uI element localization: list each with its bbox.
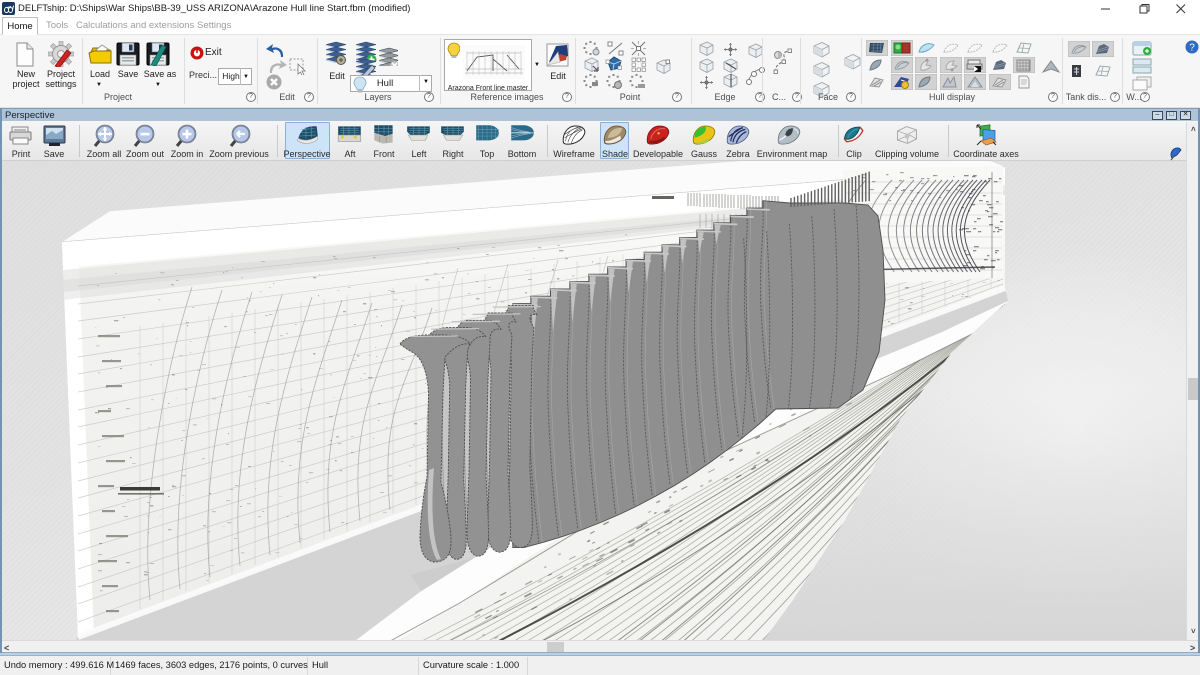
svg-text:?: ?	[1189, 43, 1195, 54]
